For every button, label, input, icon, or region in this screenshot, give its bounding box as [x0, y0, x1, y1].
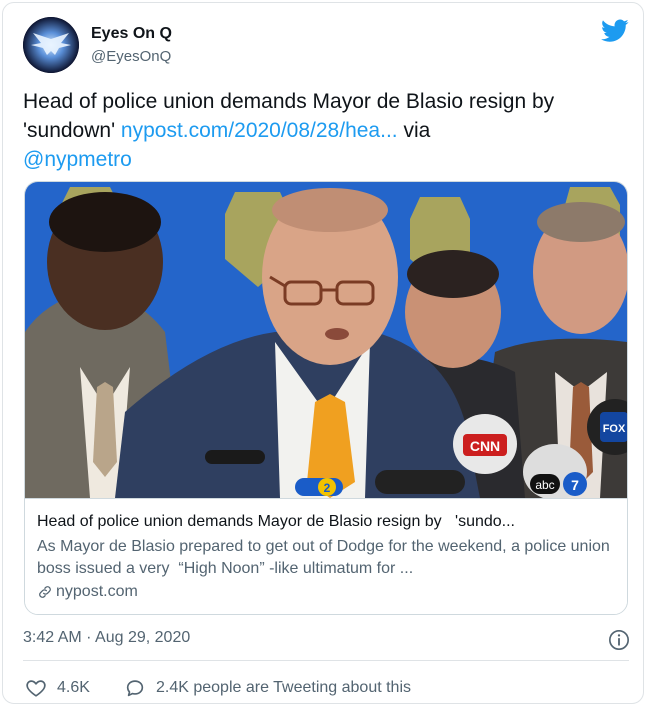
tweet-timestamp[interactable]: 3:42 AM · Aug 29, 2020: [23, 629, 190, 647]
channel7-mic-label: 7: [571, 477, 579, 493]
info-icon[interactable]: [608, 629, 630, 651]
abc-mic-label: abc: [535, 478, 554, 492]
link-icon: [39, 586, 51, 598]
heart-icon[interactable]: [25, 677, 47, 699]
like-count: 4.6K: [57, 679, 90, 696]
link-preview-meta[interactable]: Head of police union demands Mayor de Bl…: [25, 498, 627, 614]
tweet-link[interactable]: nypost.com/2020/08/28/hea...: [121, 119, 398, 142]
link-preview-card[interactable]: CNN FOX abc 7 2 Head of police union dem…: [24, 181, 628, 615]
link-preview-title[interactable]: Head of police union demands Mayor de Bl…: [37, 513, 617, 531]
tweet-mention[interactable]: @nypmetro: [23, 148, 132, 171]
fox-mic-label: FOX: [603, 423, 626, 435]
author-handle[interactable]: @EyesOnQ: [91, 48, 171, 65]
conversation-action[interactable]: 2.4K people are Tweeting about this: [124, 677, 411, 699]
footer-divider: [23, 660, 629, 661]
reply-bubble-icon[interactable]: [124, 677, 146, 699]
conversation-text: 2.4K people are Tweeting about this: [156, 679, 411, 696]
tweet-via: via: [397, 119, 431, 142]
link-preview-domain: nypost.com: [37, 583, 138, 601]
author-display-name[interactable]: Eyes On Q: [91, 25, 172, 43]
link-preview-image[interactable]: CNN FOX abc 7 2: [25, 182, 627, 498]
cnn-mic-label: CNN: [470, 438, 500, 454]
channel2-mic-label: 2: [324, 481, 331, 495]
avatar[interactable]: [23, 17, 79, 73]
tweet-text: Head of police union demands Mayor de Bl…: [23, 87, 633, 174]
link-preview-description: As Mayor de Blasio prepared to get out o…: [37, 538, 610, 577]
twitter-bird-icon[interactable]: [601, 19, 629, 43]
avatar-eagle-icon: [23, 17, 79, 73]
like-action[interactable]: 4.6K: [25, 677, 90, 699]
link-preview-domain-text: nypost.com: [56, 583, 138, 600]
tweet-embed-card: Eyes On Q @EyesOnQ Head of police union …: [2, 2, 644, 704]
